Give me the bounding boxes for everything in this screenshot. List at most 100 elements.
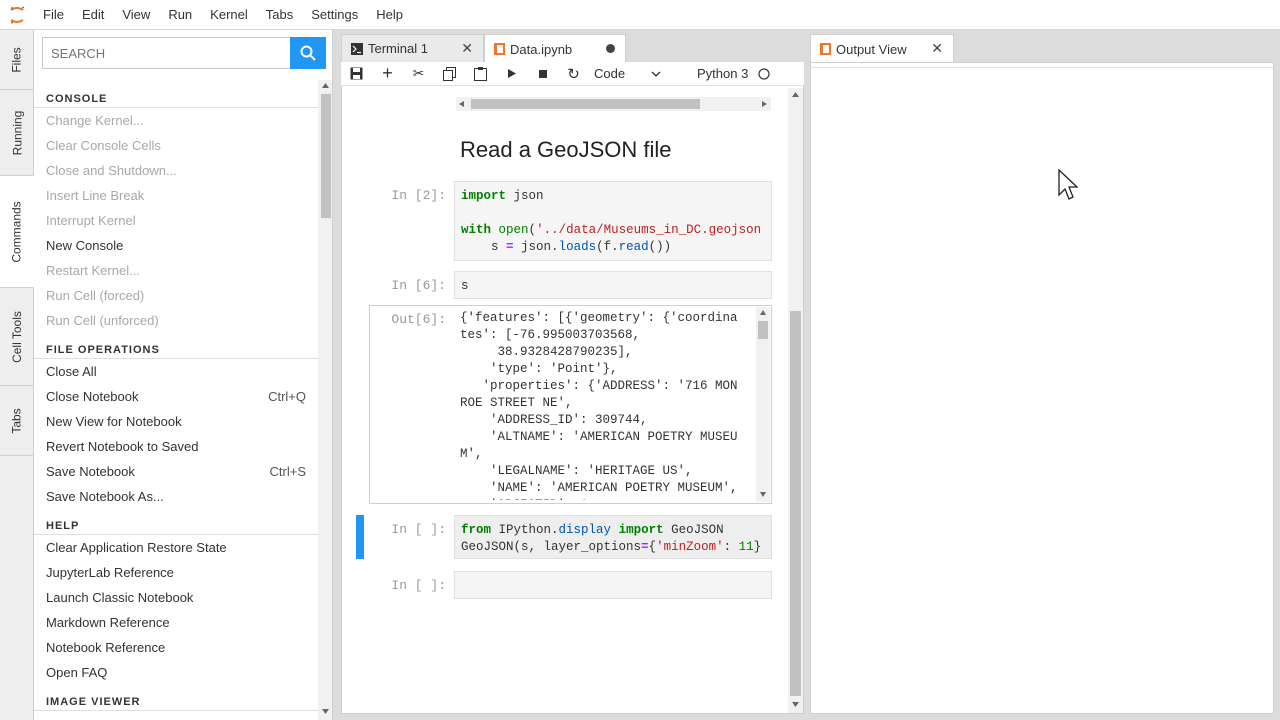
search-input[interactable] (42, 37, 291, 69)
side-tab-tabs[interactable]: Tabs (0, 386, 34, 456)
side-tab-cell-tools[interactable]: Cell Tools (0, 288, 34, 386)
palette-command-item[interactable]: Run Cell (unforced) (34, 308, 318, 333)
palette-scrollbar-thumb[interactable] (321, 94, 331, 218)
code-token: IPython (491, 523, 552, 537)
code-token: = (641, 540, 649, 554)
code-cell-editor[interactable]: from IPython.display import GeoJSON GeoJ… (454, 515, 772, 559)
tab-terminal[interactable]: Terminal 1 ✕ (341, 34, 484, 62)
code-token: import (618, 523, 664, 537)
menu-kernel[interactable]: Kernel (201, 0, 257, 30)
close-icon[interactable]: ✕ (461, 40, 473, 57)
output-line: ROE STREET NE', (460, 396, 573, 410)
scroll-left-arrow-icon[interactable] (458, 100, 466, 108)
output-vertical-scrollbar[interactable] (756, 307, 770, 502)
interrupt-button[interactable] (527, 62, 558, 86)
palette-command-item[interactable]: Notebook Reference (34, 635, 318, 660)
tab-output-view-label: Output View (836, 41, 907, 57)
tab-output-view[interactable]: Output View ✕ (810, 34, 954, 63)
palette-command-item[interactable]: New Console (34, 233, 318, 258)
palette-command-item[interactable]: Markdown Reference (34, 610, 318, 635)
palette-command-label: Run Cell (unforced) (46, 313, 159, 328)
search-button[interactable] (290, 37, 326, 69)
command-palette: CONSOLE Change Kernel... Clear Console Cel… (34, 30, 333, 720)
code-token: '../data/Museums_in_DC.geojson (536, 223, 762, 237)
code-token: s (461, 240, 507, 254)
copy-button[interactable] (434, 62, 465, 86)
side-tab-cell-tools-label: Cell Tools (10, 310, 24, 363)
insert-cell-button[interactable]: + (372, 62, 403, 86)
scroll-down-arrow-icon[interactable] (791, 701, 800, 709)
horizontal-scrollbar-thumb[interactable] (471, 99, 700, 109)
output-horizontal-scrollbar[interactable] (456, 97, 771, 111)
scissors-icon: ✂ (412, 65, 425, 81)
code-token: } (753, 540, 762, 554)
cell-prompt: In [ ]: (391, 522, 446, 537)
palette-command-label: Markdown Reference (46, 615, 170, 630)
menu-tabs[interactable]: Tabs (257, 0, 302, 30)
palette-command-item[interactable]: Launch Classic Notebook (34, 585, 318, 610)
menu-file[interactable]: File (34, 0, 73, 30)
menu-view[interactable]: View (113, 0, 159, 30)
palette-command-item[interactable]: JupyterLab Reference (34, 560, 318, 585)
menu-settings[interactable]: Settings (302, 0, 367, 30)
save-button[interactable] (341, 62, 372, 86)
notebook-vertical-scrollbar[interactable] (788, 88, 803, 713)
code-cell-editor[interactable]: s (454, 271, 772, 299)
close-icon[interactable]: ✕ (931, 40, 943, 57)
side-tab-commands[interactable]: Commands (0, 176, 34, 288)
palette-command-item[interactable]: New View for Notebook (34, 409, 318, 434)
palette-command-item[interactable]: Revert Notebook to Saved (34, 434, 318, 459)
tab-notebook-label: Data.ipynb (510, 41, 573, 57)
palette-command-item[interactable]: Clear Application Restore State (34, 535, 318, 560)
output-scrollbar-thumb[interactable] (758, 321, 768, 339)
scroll-up-arrow-icon[interactable] (759, 309, 767, 317)
tab-terminal-label: Terminal 1 (368, 41, 428, 56)
kernel-name[interactable]: Python 3 (697, 66, 748, 81)
palette-scrollbar[interactable] (318, 80, 332, 720)
palette-command-item[interactable]: Close Notebook Ctrl+Q (34, 384, 318, 409)
paste-button[interactable] (465, 62, 496, 86)
scroll-down-arrow-icon[interactable] (759, 491, 767, 499)
cell-type-select[interactable]: Code (589, 66, 667, 81)
palette-command-item[interactable]: Clear Console Cells (34, 133, 318, 158)
palette-command-item[interactable]: Run Cell (forced) (34, 283, 318, 308)
scroll-up-arrow-icon[interactable] (791, 91, 800, 99)
scroll-down-arrow-icon[interactable] (321, 708, 330, 716)
palette-command-item[interactable]: Save Notebook As... (34, 484, 318, 509)
run-button[interactable] (496, 62, 527, 86)
tab-notebook[interactable]: Data.ipynb (484, 34, 626, 63)
output-view-divider (811, 67, 1273, 68)
kernel-status-icon (758, 67, 770, 80)
output-prompt: Out[6]: (391, 312, 446, 327)
palette-command-item[interactable]: Restart Kernel... (34, 258, 318, 283)
code-token: with (461, 223, 492, 237)
palette-command-item[interactable]: Close and Shutdown... (34, 158, 318, 183)
code-token: GeoJSON(s, layer_options (461, 540, 642, 554)
code-cell-editor[interactable] (454, 571, 772, 599)
code-token: : (723, 540, 739, 554)
paste-icon (474, 66, 487, 81)
palette-category-header: CONSOLE (34, 82, 318, 108)
palette-command-item[interactable]: Save Notebook Ctrl+S (34, 459, 318, 484)
palette-command-item[interactable]: Insert Line Break (34, 183, 318, 208)
menu-edit[interactable]: Edit (73, 0, 113, 30)
save-icon (350, 67, 363, 80)
palette-command-label: Revert Notebook to Saved (46, 439, 199, 454)
output-line: 'ADDRESS_ID': 309744, (460, 413, 648, 427)
menu-run[interactable]: Run (159, 0, 201, 30)
palette-command-item[interactable]: Change Kernel... (34, 108, 318, 133)
scroll-up-arrow-icon[interactable] (321, 82, 330, 90)
side-tab-running[interactable]: Running (0, 90, 34, 176)
restart-button[interactable]: ↻ (558, 62, 589, 86)
notebook-scrollbar-thumb[interactable] (790, 311, 801, 696)
palette-command-item[interactable]: Interrupt Kernel (34, 208, 318, 233)
code-token: s (461, 279, 469, 293)
menu-help[interactable]: Help (367, 0, 412, 30)
code-cell-editor[interactable]: import json with open('../data/Museums_i… (454, 181, 772, 261)
scroll-right-arrow-icon[interactable] (760, 100, 768, 108)
cut-button[interactable]: ✂ (403, 62, 434, 86)
palette-command-item[interactable]: Close All (34, 359, 318, 384)
side-tab-files[interactable]: Files (0, 30, 34, 90)
unsaved-dot-icon[interactable] (606, 44, 615, 53)
palette-command-item[interactable]: Open FAQ (34, 660, 318, 685)
